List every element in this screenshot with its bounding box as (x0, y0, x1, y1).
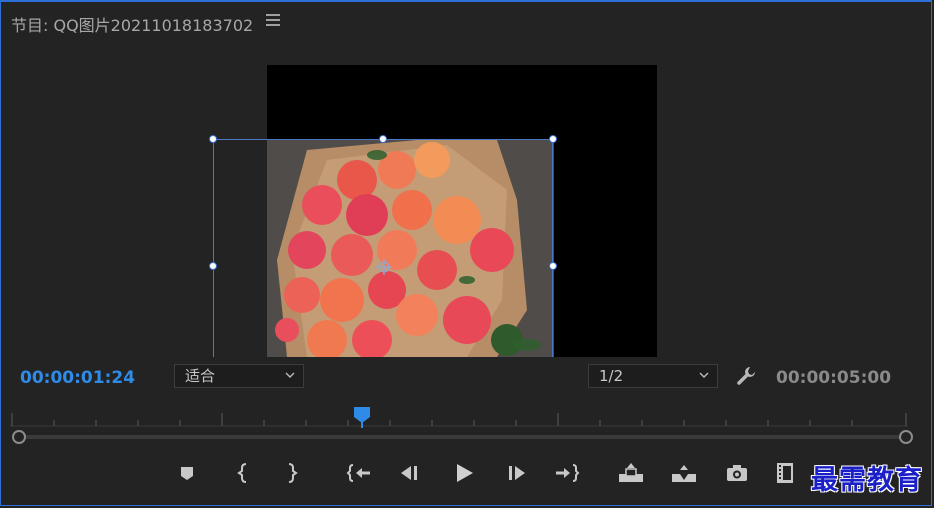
panel-title: 节目: QQ图片20211018183702 (11, 16, 254, 35)
lift-icon (619, 463, 643, 482)
marker-icon (181, 467, 193, 480)
scrollbar-right-handle[interactable] (899, 430, 913, 444)
rose-bouquet-image (267, 140, 554, 357)
insert-button[interactable] (776, 460, 802, 486)
play-icon (457, 464, 473, 482)
go-to-in-icon (346, 464, 370, 482)
go-to-out-icon (556, 464, 580, 482)
transform-handle-right[interactable] (549, 262, 557, 270)
playback-resolution-select[interactable]: 1/2 (588, 364, 718, 388)
mark-in-button[interactable] (231, 460, 257, 486)
film-strip-icon (777, 463, 793, 483)
panel-menu-icon[interactable] (266, 14, 280, 26)
play-button[interactable] (451, 460, 477, 486)
anchor-point-icon[interactable] (375, 258, 393, 276)
zoom-level-select[interactable]: 适合 (174, 364, 304, 388)
step-back-button[interactable] (397, 460, 423, 486)
wrench-icon[interactable] (735, 365, 757, 387)
program-canvas[interactable] (267, 65, 657, 357)
chevron-down-icon (285, 372, 295, 378)
go-to-out-button[interactable] (554, 460, 580, 486)
go-to-in-button[interactable] (346, 460, 372, 486)
step-back-icon (401, 466, 417, 480)
chevron-down-icon (699, 372, 709, 378)
transform-handle-top-right[interactable] (549, 135, 557, 143)
total-duration-timecode: 00:00:05:00 (776, 368, 892, 388)
mark-in-icon (237, 463, 247, 483)
playhead[interactable] (353, 406, 371, 428)
step-forward-icon (509, 466, 525, 480)
extract-icon (672, 465, 696, 482)
scrollbar-track[interactable] (20, 435, 906, 439)
zoom-scrollbar[interactable] (12, 430, 914, 444)
camera-icon (727, 465, 747, 481)
zoom-level-value: 适合 (185, 367, 216, 385)
mark-out-button[interactable] (278, 460, 304, 486)
add-marker-button[interactable] (174, 460, 200, 486)
transform-handle-left[interactable] (209, 262, 217, 270)
extract-button[interactable] (671, 460, 697, 486)
playback-resolution-value: 1/2 (599, 367, 624, 385)
step-forward-button[interactable] (503, 460, 529, 486)
time-ruler[interactable] (10, 407, 908, 427)
transform-handle-top-left[interactable] (209, 135, 217, 143)
current-timecode[interactable]: 00:00:01:24 (20, 368, 135, 388)
mark-out-icon (288, 463, 298, 483)
transform-handle-top[interactable] (379, 135, 387, 143)
export-frame-button[interactable] (724, 460, 750, 486)
scrollbar-left-handle[interactable] (12, 430, 26, 444)
watermark-logo: 最需教育 (811, 465, 923, 496)
lift-button[interactable] (618, 460, 644, 486)
